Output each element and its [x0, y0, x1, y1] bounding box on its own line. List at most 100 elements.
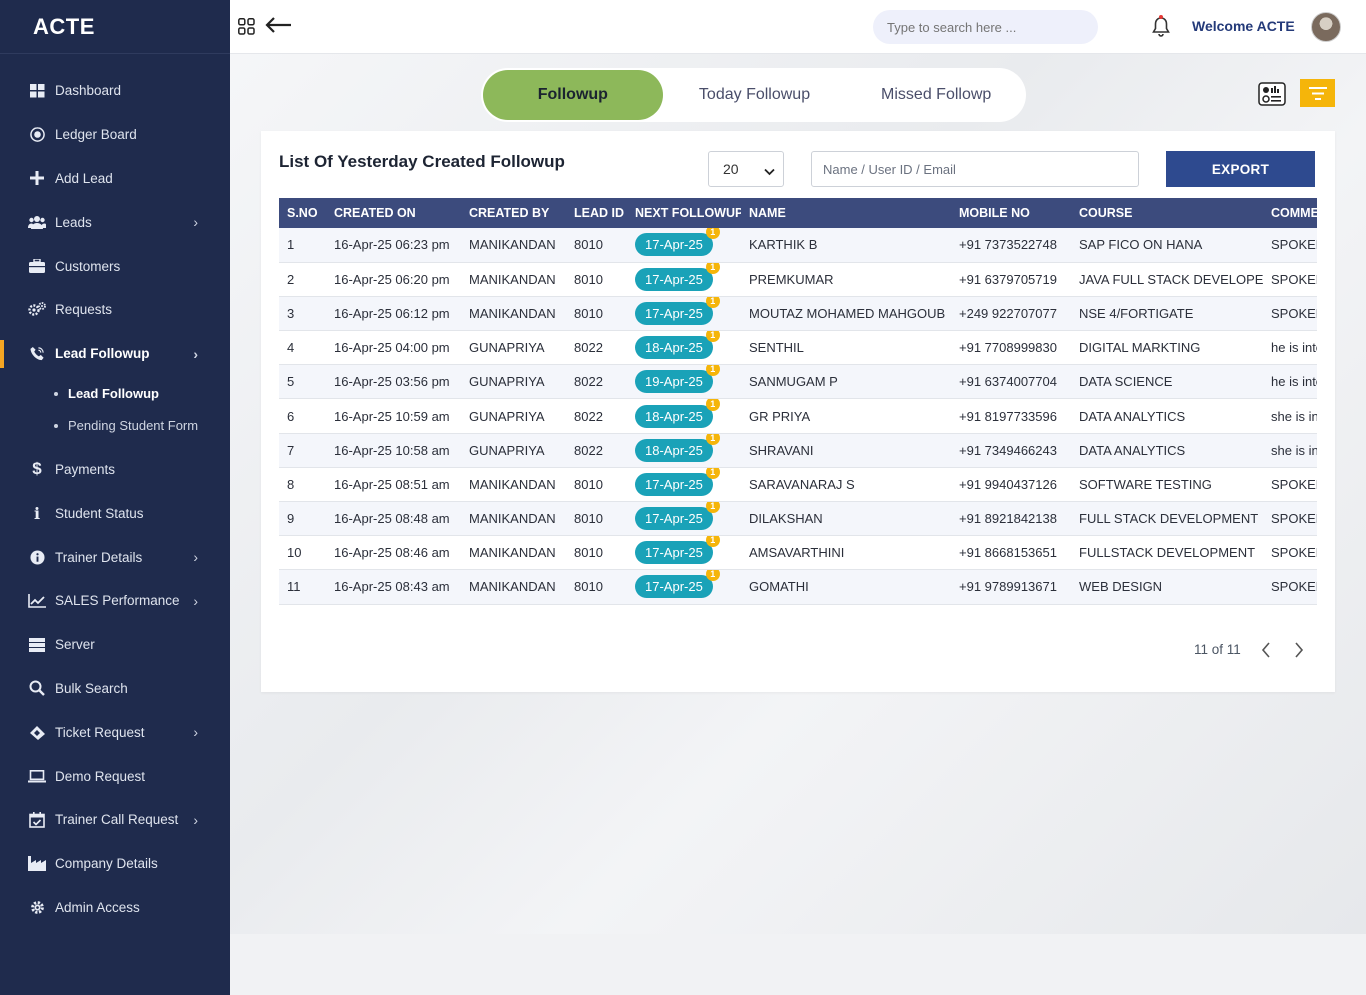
table-row[interactable]: 9 16-Apr-25 08:48 am MANIKANDAN 8010 17-Apr-… — [279, 501, 1317, 536]
next-followup-badge[interactable]: 17-Apr-25 1 — [635, 501, 720, 531]
followup-count-badge: 1 — [705, 467, 720, 479]
page-size-select[interactable]: 20 — [708, 151, 784, 187]
dollar-icon: $ — [32, 459, 42, 479]
sidebar-item-ticket-request[interactable]: Ticket Request › — [0, 710, 230, 754]
cell-course: NSE 4/FORTIGATE — [1079, 305, 1194, 321]
next-followup-badge[interactable]: 17-Apr-25 1 — [635, 296, 720, 325]
next-followup-badge[interactable]: 18-Apr-25 1 — [635, 398, 720, 428]
sidebar-item-trainer-details[interactable]: Trainer Details › — [0, 535, 230, 579]
sidebar-item-trainer-call-request[interactable]: Trainer Call Request › — [0, 798, 230, 842]
table-row[interactable]: 8 16-Apr-25 08:51 am MANIKANDAN 8010 17-Apr-… — [279, 467, 1317, 502]
table-row[interactable]: 7 16-Apr-25 10:58 am GUNAPRIYA 8022 18-Apr-2… — [279, 433, 1317, 468]
sidebar-item-ledger-board[interactable]: Ledger Board — [0, 113, 230, 157]
followup-count-badge: 1 — [705, 330, 720, 343]
grid-icon — [27, 82, 47, 100]
column-header-next-followup[interactable]: NEXT FOLLOWUP — [627, 198, 741, 228]
sidebar-item-requests[interactable]: Requests — [0, 288, 230, 332]
table-row[interactable]: 10 16-Apr-25 08:46 am MANIKANDAN 8010 17-Apr… — [279, 535, 1317, 570]
column-header-name[interactable]: NAME — [741, 198, 951, 228]
back-arrow-icon[interactable] — [264, 14, 292, 42]
sidebar-item-label: Bulk Search — [55, 680, 128, 696]
next-followup-date: 17-Apr-25 — [645, 305, 703, 321]
cell-lead-id: 8010 — [574, 545, 603, 561]
sidebar-item-customers[interactable]: Customers — [0, 244, 230, 288]
bell-icon[interactable] — [1151, 15, 1171, 42]
table-row[interactable]: 6 16-Apr-25 10:59 am GUNAPRIYA 8022 18-Apr-2… — [279, 398, 1317, 434]
column-header-created-by[interactable]: CREATED BY — [461, 198, 566, 228]
cell-created-by: GUNAPRIYA — [469, 408, 545, 424]
tab-today-followup[interactable]: Today Followup — [665, 70, 845, 120]
table-row[interactable]: 4 16-Apr-25 04:00 pm GUNAPRIYA 8022 18-Apr-2… — [279, 330, 1317, 365]
column-header-mobile-no[interactable]: MOBILE NO — [951, 198, 1071, 228]
cell-created-on: 16-Apr-25 08:48 am — [334, 511, 450, 527]
column-header-sno[interactable]: S.NO — [279, 198, 326, 228]
filter-icon[interactable] — [1300, 79, 1335, 107]
chevron-left-icon[interactable] — [1258, 640, 1274, 660]
sidebar-item-sales-performance[interactable]: SALES Performance › — [0, 579, 230, 623]
cell-mobile: +91 7373522748 — [959, 237, 1057, 253]
cell-mobile: +91 7349466243 — [959, 442, 1057, 458]
sidebar-item-label: Dashboard — [55, 83, 122, 99]
table-row[interactable]: 1 16-Apr-25 06:23 pm MANIKANDAN 8010 17-Apr-… — [279, 228, 1317, 263]
next-followup-badge[interactable]: 17-Apr-25 1 — [635, 262, 720, 291]
cell-name: SHRAVANI — [749, 442, 814, 458]
sidebar-item-add-lead[interactable]: Add Lead — [0, 157, 230, 201]
cell-next-followup: 18-Apr-25 1 — [627, 398, 741, 433]
next-followup-badge[interactable]: 17-Apr-25 1 — [635, 228, 720, 257]
sidebar-item-student-status[interactable]: i Student Status — [0, 491, 230, 535]
next-followup-badge[interactable]: 17-Apr-25 1 — [635, 569, 720, 599]
column-header-lead-id[interactable]: LEAD ID — [566, 198, 627, 228]
followup-count-badge: 1 — [705, 433, 720, 445]
sidebar-item-company-details[interactable]: Company Details — [0, 842, 230, 886]
table-row[interactable]: 5 16-Apr-25 03:56 pm GUNAPRIYA 8022 19-Apr-2… — [279, 364, 1317, 399]
cell-course: DATA ANALYTICS — [1079, 442, 1186, 458]
sidebar-submenu: Lead Followup Pending Student Form — [0, 376, 230, 448]
search-icon — [27, 679, 47, 697]
sidebar-item-demo-request[interactable]: Demo Request — [0, 754, 230, 798]
tab-missed-followup[interactable]: Missed Followp — [846, 70, 1026, 120]
cell-comment: SPOKEN — [1271, 305, 1317, 321]
export-button[interactable]: EXPORT — [1166, 151, 1315, 187]
cell-created-by: MANIKANDAN — [469, 271, 556, 287]
tab-followup[interactable]: Followup — [483, 70, 663, 120]
next-followup-badge[interactable]: 19-Apr-25 1 — [635, 364, 720, 394]
column-header-created-on[interactable]: CREATED ON — [326, 198, 461, 228]
sidebar-item-payments[interactable]: $ Payments — [0, 448, 230, 492]
table-row[interactable]: 11 16-Apr-25 08:43 am MANIKANDAN 8010 17-Apr… — [279, 569, 1317, 605]
column-header-comments[interactable]: COMMENTS — [1263, 198, 1317, 228]
sidebar-item-bulk-search[interactable]: Bulk Search — [0, 667, 230, 711]
search-input[interactable] — [873, 10, 1098, 44]
apps-grid-icon[interactable] — [238, 18, 255, 40]
column-settings-icon[interactable] — [1258, 80, 1286, 108]
users-icon — [27, 213, 47, 231]
cell-name: KARTHIK B — [749, 237, 818, 253]
next-followup-badge[interactable]: 18-Apr-25 1 — [635, 330, 720, 360]
calendar-check-icon — [27, 811, 47, 829]
avatar[interactable] — [1311, 12, 1341, 42]
sidebar-item-server[interactable]: Server — [0, 623, 230, 667]
sidebar-item-leads[interactable]: Leads › — [0, 200, 230, 244]
cell-course: FULLSTACK DEVELOPMENT — [1079, 545, 1256, 561]
sidebar-item-admin-access[interactable]: Admin Access — [0, 886, 230, 930]
cell-mobile: +91 8197733596 — [959, 408, 1057, 424]
column-header-course[interactable]: COURSE — [1071, 198, 1263, 228]
next-followup-badge[interactable]: 18-Apr-25 1 — [635, 433, 720, 462]
name-id-email-filter-input[interactable] — [811, 151, 1139, 187]
next-followup-badge[interactable]: 17-Apr-25 1 — [635, 467, 720, 496]
cell-created-on: 16-Apr-25 10:58 am — [334, 442, 450, 458]
cell-lead-id: 8022 — [574, 340, 603, 356]
sidebar-subitem-pending-student-form[interactable]: Pending Student Form — [0, 410, 230, 442]
cell-created-on: 16-Apr-25 10:59 am — [334, 408, 450, 424]
cell-course: SAP FICO ON HANA — [1079, 237, 1203, 253]
cell-next-followup: 18-Apr-25 1 — [627, 433, 741, 467]
followup-count-badge: 1 — [705, 501, 720, 514]
brand-logo[interactable]: ACTE — [0, 0, 230, 54]
sidebar-subitem-lead-followup[interactable]: Lead Followup — [0, 378, 230, 410]
info-circle-icon — [27, 548, 47, 566]
chevron-right-icon[interactable] — [1291, 640, 1307, 660]
sidebar-item-dashboard[interactable]: Dashboard — [0, 69, 230, 113]
table-row[interactable]: 3 16-Apr-25 06:12 pm MANIKANDAN 8010 17-Apr-… — [279, 296, 1317, 331]
table-row[interactable]: 2 16-Apr-25 06:20 pm MANIKANDAN 8010 17-Apr-… — [279, 262, 1317, 297]
next-followup-badge[interactable]: 17-Apr-25 1 — [635, 535, 720, 565]
sidebar-item-lead-followup[interactable]: Lead Followup › — [0, 332, 230, 376]
